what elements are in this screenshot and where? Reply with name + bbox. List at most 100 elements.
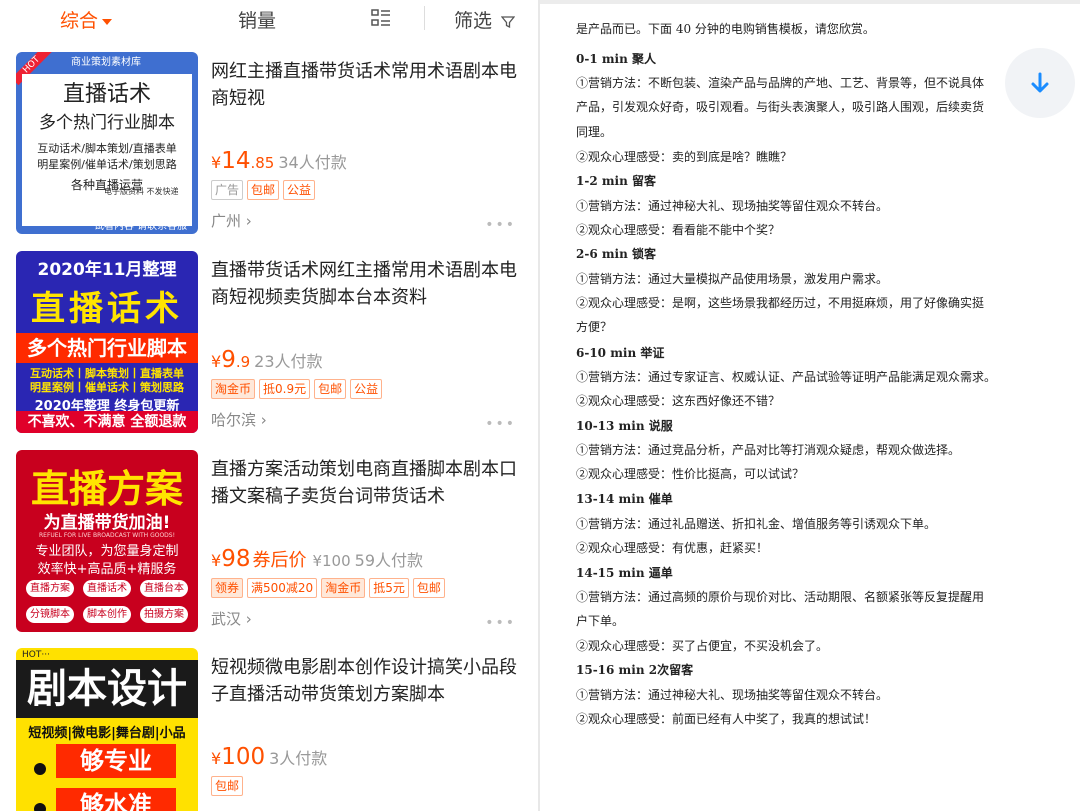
product-list-panel: 综合 销量 筛选 HOT 商业策划素材库 直播话术 多个热门行业脚本 互动话术/… bbox=[0, 0, 540, 811]
thumb-line: 明星案例丨催单话术丨策划思路 bbox=[30, 381, 184, 394]
product-card[interactable]: HOT 商业策划素材库 直播话术 多个热门行业脚本 互动话术/脚本策划/直播表单… bbox=[16, 52, 526, 238]
thumb-line: 够专业 bbox=[56, 744, 176, 778]
paid-count: 23人付款 bbox=[254, 352, 323, 371]
product-title[interactable]: 直播方案活动策划电商直播脚本剧本口播文案稿子卖货台词带货话术 bbox=[211, 456, 526, 510]
discount-tag: 满500减20 bbox=[247, 578, 318, 598]
price-row: ¥98 券后价 ¥100 59人付款 bbox=[211, 546, 423, 572]
doc-paragraph-line: 方便？ bbox=[576, 320, 613, 334]
product-thumbnail[interactable]: HOT 商业策划素材库 直播话术 多个热门行业脚本 互动话术/脚本策划/直播表单… bbox=[16, 52, 198, 234]
product-card[interactable]: 直播方案 为直播带货加油! REFUEL FOR LIVE BROADCAST … bbox=[16, 450, 526, 636]
price-decimal: .9 bbox=[235, 353, 251, 371]
doc-intro: 是产品而已。下面 40 分钟的电购销售模板，请您欣赏。 bbox=[576, 22, 875, 36]
thumb-line: 效率快+高品质+精服务 bbox=[37, 562, 177, 577]
product-title[interactable]: 网红主播直播带货话术常用术语剧本电商短视 bbox=[211, 58, 526, 112]
thumb-line: 短视频|微电影|舞台剧|小品 bbox=[28, 726, 186, 741]
tag-row: 包邮 bbox=[211, 775, 247, 796]
more-icon[interactable]: ••• bbox=[485, 416, 516, 432]
document-panel: 是产品而已。下面 40 分钟的电购销售模板，请您欣赏。 0-1 min 聚人 ①营… bbox=[540, 0, 1080, 811]
doc-section-heading: 0-1 min 聚人 bbox=[576, 52, 657, 66]
price-integer: 14 bbox=[221, 148, 251, 174]
doc-paragraph-line: ①营销方法：通过大量模拟产品使用场景，激发用户需求。 bbox=[576, 272, 889, 286]
product-thumbnail[interactable]: 直播方案 为直播带货加油! REFUEL FOR LIVE BROADCAST … bbox=[16, 450, 198, 632]
taojinbi-tag: 淘金币 bbox=[321, 578, 366, 598]
doc-paragraph-line: ①营销方法：通过专家证言、权威认证、产品试验等证明产品能满足观众需求。 bbox=[576, 370, 997, 384]
price-decimal: .85 bbox=[250, 154, 275, 172]
arrow-down-icon bbox=[1031, 72, 1049, 93]
product-info: 直播带货话术网红主播常用术语剧本电商短视频卖货脚本台本资料 ¥9.9 23人付款 … bbox=[211, 251, 526, 437]
product-card[interactable]: HOT··· 剧本设计 短视频|微电影|舞台剧|小品 够专业 够水准 短视频微电… bbox=[16, 648, 526, 811]
doc-paragraph-line: 户下单。 bbox=[576, 614, 625, 628]
doc-paragraph-line: ①营销方法：不断包装、渲染产品与品牌的产地、工艺、背景等，但不说具体 bbox=[576, 76, 985, 90]
thumb-pill: 直播话术 bbox=[83, 580, 131, 597]
thumb-pill: 直播方案 bbox=[26, 580, 74, 597]
location[interactable]: 武汉 › bbox=[211, 608, 252, 629]
thumb-line: 互动话术/脚本策划/直播表单 bbox=[37, 142, 177, 155]
coupon-price-label: 券后价 bbox=[252, 550, 307, 571]
location-label: 哈尔滨 bbox=[211, 411, 257, 429]
doc-paragraph-line: ①营销方法：通过神秘大礼、现场抽奖等留住观众不转台。 bbox=[576, 199, 889, 213]
thumb-line: 直播话术 bbox=[31, 289, 183, 329]
thumb-line: 够水准 bbox=[56, 788, 176, 811]
doc-paragraph-line: ①营销方法：通过礼品赠送、折扣礼金、增值服务等引诱观众下单。 bbox=[576, 517, 937, 531]
doc-paragraph-line: ①营销方法：通过神秘大礼、现场抽奖等留住观众不转台。 bbox=[576, 688, 889, 702]
doc-paragraph-line: ②观众心理感受：买了占便宜，不买没机会了。 bbox=[576, 639, 829, 653]
taojinbi-tag: 淘金币 bbox=[211, 379, 256, 399]
tag-row: 领券 满500减20 淘金币 抵5元 包邮 bbox=[211, 577, 449, 598]
thumb-line: 电子版资料 不发快递 bbox=[104, 187, 179, 196]
product-thumbnail[interactable]: 2020年11月整理 直播话术 多个热门行业脚本 互动话术丨脚本策划丨直播表单 … bbox=[16, 251, 198, 433]
doc-section-heading: 1-2 min 留客 bbox=[576, 174, 657, 188]
caret-down-icon bbox=[102, 18, 113, 25]
thumb-footer: 电子版资料 不发快递 试看内容 请联系客服 bbox=[16, 187, 198, 234]
product-info: 网红主播直播带货话术常用术语剧本电商短视 ¥14.85 34人付款 广告 包邮 公益 … bbox=[211, 52, 526, 238]
product-info: 短视频微电影剧本创作设计搞笑小品段子直播活动带货策划方案脚本 ¥100 3人付款 … bbox=[211, 648, 526, 811]
hot-badge: HOT··· bbox=[22, 650, 50, 660]
currency-symbol: ¥ bbox=[211, 352, 222, 371]
doc-section-heading: 15-16 min 2次留客 bbox=[576, 663, 694, 677]
paid-count: 59人付款 bbox=[354, 551, 424, 570]
charity-tag: 公益 bbox=[283, 180, 316, 200]
thumb-line: 明星案例/催单话术/策划思路 bbox=[37, 158, 177, 171]
doc-section-heading: 10-13 min 说服 bbox=[576, 419, 673, 433]
location[interactable]: 广州 › bbox=[211, 210, 252, 231]
product-thumbnail[interactable]: HOT··· 剧本设计 短视频|微电影|舞台剧|小品 够专业 够水准 bbox=[16, 648, 198, 811]
price-row: ¥14.85 34人付款 bbox=[211, 148, 347, 174]
free-shipping-tag: 包邮 bbox=[211, 776, 244, 796]
thumb-inner: 直播话术 多个热门行业脚本 互动话术/脚本策划/直播表单 明星案例/催单话术/策… bbox=[22, 74, 192, 226]
free-shipping-tag: 包邮 bbox=[247, 180, 280, 200]
doc-paragraph-line: ①营销方法：通过高频的原价与现价对比、活动期限、名额紧张等反复提醒用 bbox=[576, 590, 985, 604]
price-integer: 9 bbox=[221, 347, 236, 373]
tag-row: 淘金币 抵0.9元 包邮 公益 bbox=[211, 378, 386, 399]
download-button[interactable] bbox=[1005, 48, 1075, 118]
free-shipping-tag: 包邮 bbox=[412, 578, 445, 598]
product-card[interactable]: 2020年11月整理 直播话术 多个热门行业脚本 互动话术丨脚本策划丨直播表单 … bbox=[16, 251, 526, 437]
doc-paragraph-line: 产品，引发观众好奇，吸引观看。与街头表演聚人，吸引路人围观，后续卖货 bbox=[576, 100, 985, 114]
product-info: 直播方案活动策划电商直播脚本剧本口播文案稿子卖货台词带货话术 ¥98 券后价 ¥10… bbox=[211, 450, 526, 636]
bullet-icon bbox=[34, 763, 46, 775]
discount-tag: 抵5元 bbox=[369, 578, 409, 598]
price-integer: 100 bbox=[221, 744, 266, 770]
filter-button[interactable]: 筛选 bbox=[454, 6, 516, 33]
more-icon[interactable]: ••• bbox=[485, 615, 516, 631]
location-label: 广州 bbox=[211, 212, 242, 230]
price-row: ¥100 3人付款 bbox=[211, 744, 327, 770]
price-integer: 98 bbox=[221, 546, 251, 572]
top-strip bbox=[540, 0, 1080, 4]
thumb-line: REFUEL FOR LIVE BROADCAST WITH GOODS! bbox=[38, 532, 176, 539]
thumb-line: 剧本设计 bbox=[16, 660, 198, 718]
currency-symbol: ¥ bbox=[211, 749, 222, 768]
doc-paragraph-line: 同理。 bbox=[576, 125, 613, 139]
sort-sales-tab[interactable]: 销量 bbox=[238, 6, 276, 33]
product-title[interactable]: 短视频微电影剧本创作设计搞笑小品段子直播活动带货策划方案脚本 bbox=[211, 654, 526, 708]
tag-row: 广告 包邮 公益 bbox=[211, 179, 319, 200]
product-title[interactable]: 直播带货话术网红主播常用术语剧本电商短视频卖货脚本台本资料 bbox=[211, 257, 526, 311]
sort-comprehensive-label: 综合 bbox=[60, 10, 99, 32]
doc-paragraph-line: ②观众心理感受：前面已经有人中奖了，我真的想试试！ bbox=[576, 712, 877, 726]
ad-tag: 广告 bbox=[211, 180, 244, 200]
thumb-pill: 直播台本 bbox=[140, 580, 188, 597]
doc-paragraph-line: ②观众心理感受：性价比挺高，可以试试？ bbox=[576, 467, 805, 481]
more-icon[interactable]: ••• bbox=[485, 217, 516, 233]
doc-section-heading: 14-15 min 逼单 bbox=[576, 566, 673, 580]
sort-comprehensive-tab[interactable]: 综合 bbox=[60, 6, 113, 33]
location[interactable]: 哈尔滨 › bbox=[211, 409, 267, 430]
grid-view-toggle[interactable] bbox=[370, 8, 392, 35]
